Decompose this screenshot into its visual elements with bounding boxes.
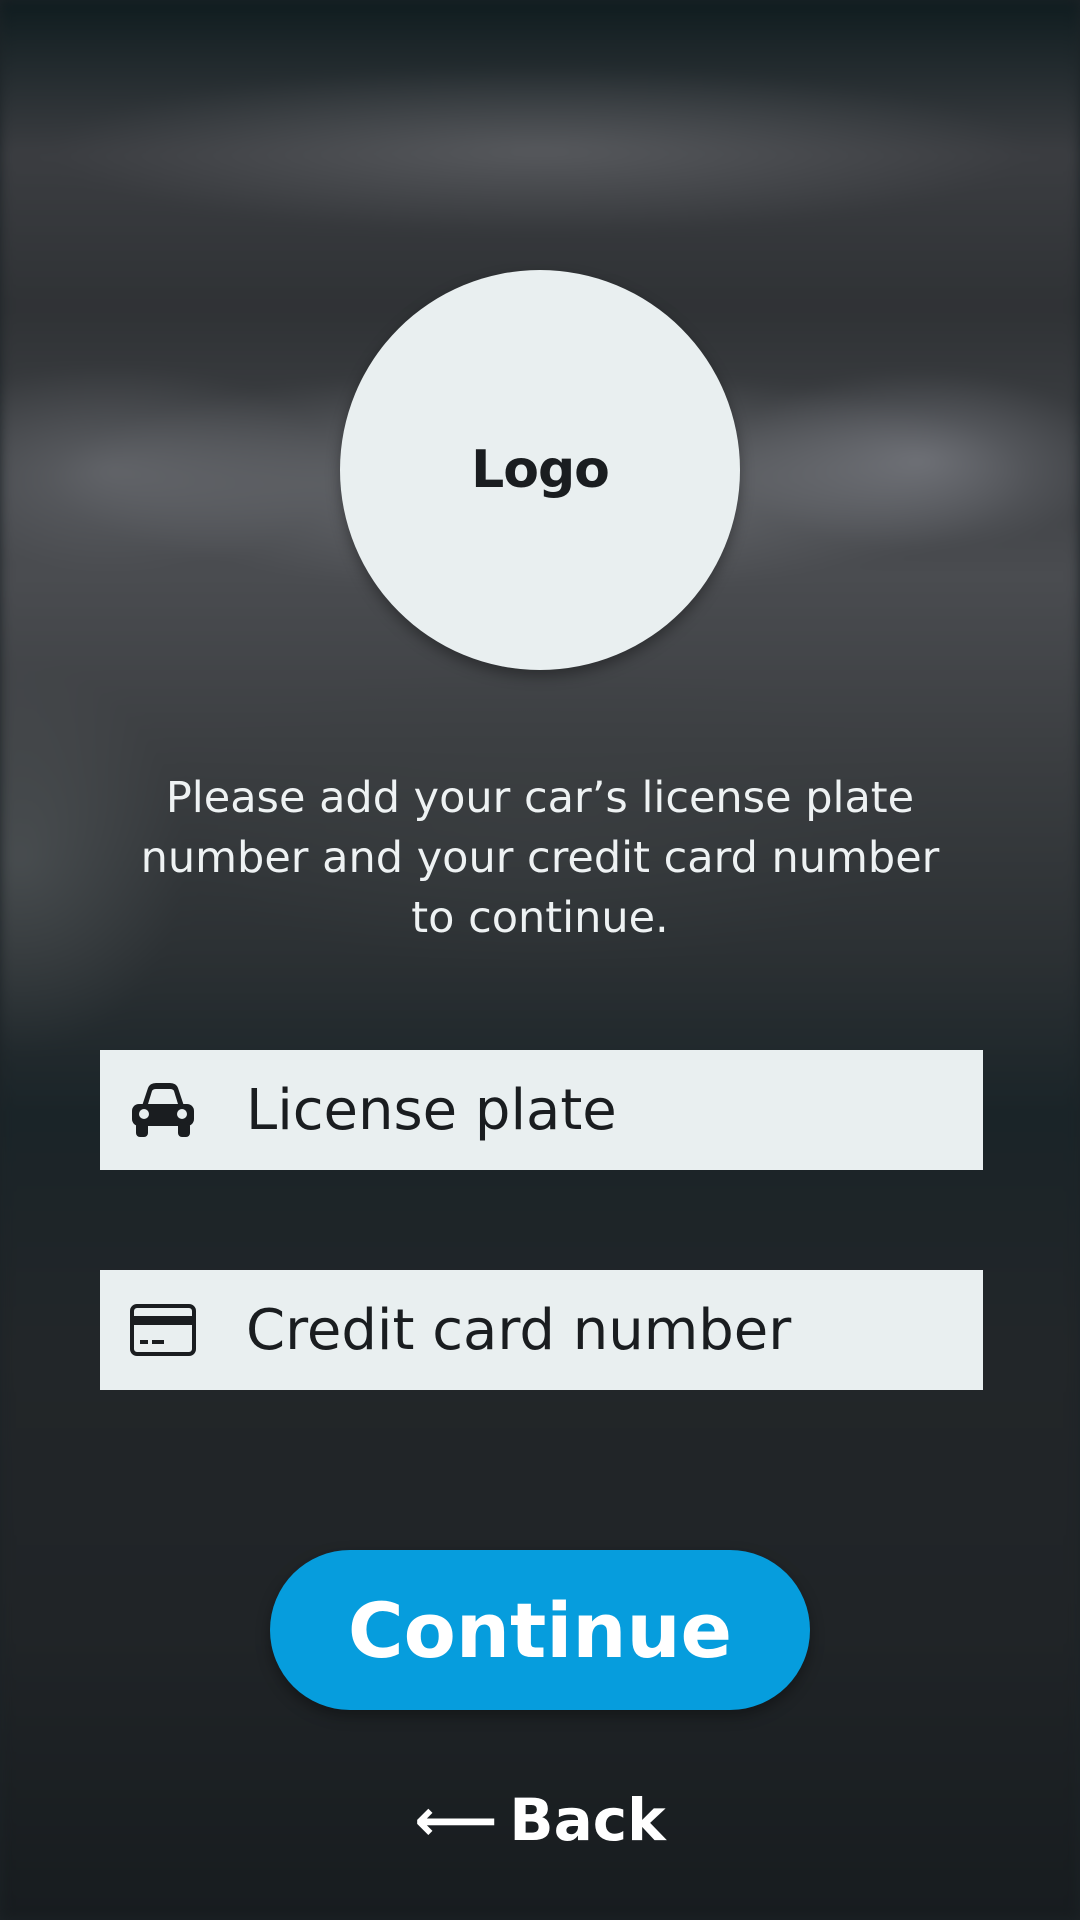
screen: Logo Please add your car’s license plate… bbox=[0, 0, 1080, 1920]
arrow-left-icon: ⟵ bbox=[414, 1786, 498, 1854]
car-icon bbox=[128, 1075, 198, 1145]
back-label: Back bbox=[509, 1786, 666, 1854]
continue-button[interactable]: Continue bbox=[270, 1550, 810, 1710]
logo: Logo bbox=[340, 270, 740, 670]
logo-label: Logo bbox=[471, 440, 610, 500]
license-plate-input[interactable] bbox=[246, 1077, 946, 1143]
credit-card-field[interactable] bbox=[100, 1270, 983, 1390]
back-button[interactable]: ⟵ Back bbox=[414, 1780, 665, 1860]
license-plate-field[interactable] bbox=[100, 1050, 983, 1170]
instructions-text: Please add your car’s license plate numb… bbox=[140, 773, 940, 943]
credit-card-input[interactable] bbox=[246, 1297, 946, 1363]
credit-card-icon bbox=[128, 1295, 198, 1365]
